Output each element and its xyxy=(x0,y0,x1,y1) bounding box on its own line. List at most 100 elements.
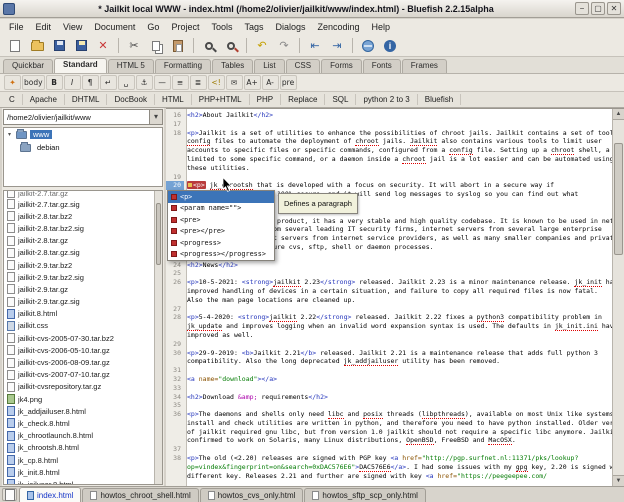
file-item[interactable]: jk_chrootlaunch.8.html xyxy=(4,430,154,442)
file-item[interactable]: jk_chrootsh.8.html xyxy=(4,442,154,454)
html-toolbar-tab-forms[interactable]: Forms xyxy=(321,59,362,73)
file-item[interactable]: jailkit-2.8.tar.gz xyxy=(4,235,154,247)
menu-go[interactable]: Go xyxy=(141,21,165,33)
editor-line[interactable]: 27 xyxy=(166,305,612,314)
file-item[interactable]: jailkit-cvs-2006-08-09.tar.gz xyxy=(4,356,154,368)
editor-line[interactable]: these utilities. xyxy=(166,164,612,173)
file-item[interactable]: jk_addjailuser.8.html xyxy=(4,405,154,417)
paragraph-button[interactable]: ¶ xyxy=(82,75,99,90)
document-tab-howtos-chroot-shell-html[interactable]: howtos_chroot_shell.html xyxy=(82,488,198,502)
document-tab-index-html[interactable]: index.html xyxy=(19,487,81,502)
scroll-down-arrow-icon[interactable]: ▼ xyxy=(613,475,624,486)
autocomplete-item[interactable]: <pre></pre> xyxy=(168,226,274,238)
scroll-up-arrow-icon[interactable]: ▲ xyxy=(613,109,624,120)
editor-line[interactable]: 31 xyxy=(166,366,612,375)
editor-line[interactable]: 28<p>5-4-2020: <strong>jailkit 2.22</str… xyxy=(166,313,612,322)
editor-line[interactable]: different key. Releases 2.21 and further… xyxy=(166,472,612,481)
quickstart-button[interactable]: ✦ xyxy=(4,75,21,90)
snippets-tab-docbook[interactable]: DocBook xyxy=(107,94,154,105)
about-button[interactable]: i xyxy=(379,36,401,55)
file-item[interactable]: jk_init.8.html xyxy=(4,466,154,478)
preformatted-button[interactable]: pre xyxy=(280,75,297,90)
minimize-button[interactable]: − xyxy=(575,2,589,15)
anchor-button[interactable]: ⚓ xyxy=(136,75,153,90)
html-toolbar-tab-standard[interactable]: Standard xyxy=(54,58,107,73)
menu-project[interactable]: Project xyxy=(165,21,205,33)
editor-line[interactable]: 32<a name="download"></a> xyxy=(166,375,612,384)
file-item[interactable]: jailkit-2.9.tar.bz2 xyxy=(4,259,154,271)
editor-line[interactable]: 38<p>The old (<2.20) releases are signed… xyxy=(166,454,612,463)
file-item[interactable]: jailkit-2.9.tar.bz2.sig xyxy=(4,271,154,283)
close-button[interactable]: ✕ xyxy=(607,2,621,15)
snippets-tab-html[interactable]: HTML xyxy=(155,94,192,105)
editor-scrollbar[interactable]: ▲ ▼ xyxy=(612,109,624,486)
open-file-button[interactable] xyxy=(26,36,48,55)
menu-dialogs[interactable]: Dialogs xyxy=(269,21,311,33)
line-break-button[interactable]: ↵ xyxy=(100,75,117,90)
editor-line[interactable]: 26<p>10-5-2021: <strong>jailkit 2.23</st… xyxy=(166,278,612,287)
menu-view[interactable]: View xyxy=(57,21,88,33)
menu-tags[interactable]: Tags xyxy=(238,21,269,33)
font-size-plus-button[interactable]: A+ xyxy=(244,75,261,90)
html-toolbar-tab-tables[interactable]: Tables xyxy=(212,59,253,73)
html-toolbar-tab-fonts[interactable]: Fonts xyxy=(363,59,401,73)
document-tab-howtos-cvs-only-html[interactable]: howtos_cvs_only.html xyxy=(200,488,304,502)
editor-line[interactable]: 25 xyxy=(166,269,612,278)
new-document-button[interactable] xyxy=(4,36,26,55)
center-button[interactable]: ≡ xyxy=(172,75,189,90)
html-toolbar-tab-formatting[interactable]: Formatting xyxy=(155,59,211,73)
file-item[interactable]: jailkit-2.9.tar.gz.sig xyxy=(4,296,154,308)
tree-item-debian[interactable]: debian xyxy=(4,141,162,154)
editor-line[interactable]: limited to some specific command, or a d… xyxy=(166,155,612,164)
snippets-tab-bluefish[interactable]: Bluefish xyxy=(418,94,461,105)
indent-button[interactable]: ⇥ xyxy=(326,36,348,55)
snippets-tab-replace[interactable]: Replace xyxy=(281,94,325,105)
tree-item-www[interactable]: ▾www xyxy=(4,128,162,141)
file-item[interactable]: jailkit.css xyxy=(4,320,154,332)
snippets-tab-sql[interactable]: SQL xyxy=(325,94,356,105)
editor-line[interactable]: 34<h2>Download &amp; requirements</h2> xyxy=(166,393,612,402)
file-item[interactable]: jailkit-cvs-2005-07-30.tar.bz2 xyxy=(4,332,154,344)
editor-line[interactable]: 33 xyxy=(166,384,612,393)
paste-button[interactable] xyxy=(167,36,189,55)
maximize-button[interactable]: ▢ xyxy=(591,2,605,15)
editor-line[interactable]: op=vindex&fingerprint=on&search=0xDAC576… xyxy=(166,463,612,472)
bold-button[interactable]: B xyxy=(46,75,63,90)
editor-line[interactable]: 37 xyxy=(166,445,612,454)
cut-button[interactable]: ✂ xyxy=(123,36,145,55)
menu-zencoding[interactable]: Zencoding xyxy=(312,21,366,33)
editor-line[interactable]: 24<h2>News</h2> xyxy=(166,261,612,270)
editor-line[interactable]: 18<p>Jailkit is a set of utilities to en… xyxy=(166,129,612,138)
comment-button[interactable]: <! xyxy=(208,75,225,90)
document-tab-howtos-sftp-scp-only-html[interactable]: howtos_sftp_scp_only.html xyxy=(304,488,425,502)
redo-button[interactable]: ↷ xyxy=(273,36,295,55)
file-item[interactable]: jailkit-cvsrepository.tar.gz xyxy=(4,381,154,393)
expander-icon[interactable]: ▾ xyxy=(8,131,16,138)
html-toolbar-tab-quickbar[interactable]: Quickbar xyxy=(3,59,53,73)
menu-document[interactable]: Document xyxy=(88,21,141,33)
file-item[interactable]: jk4.png xyxy=(4,393,154,405)
menu-file[interactable]: File xyxy=(3,21,30,33)
file-list-scrollbar[interactable] xyxy=(154,191,162,484)
snippets-tab-python-2-to-3[interactable]: python 2 to 3 xyxy=(356,94,417,105)
editor-line[interactable]: 29 xyxy=(166,340,612,349)
file-item[interactable]: jailkit-2.7.tar.gz xyxy=(4,191,154,198)
file-item[interactable]: jailkit-cvs-2007-07-10.tar.gz xyxy=(4,369,154,381)
dropdown-arrow-icon[interactable]: ▾ xyxy=(149,110,162,124)
html-toolbar-tab-frames[interactable]: Frames xyxy=(402,59,447,73)
html-toolbar-tab-list[interactable]: List xyxy=(254,59,284,73)
file-item[interactable]: jailkit.8.html xyxy=(4,308,154,320)
titlebar[interactable]: * Jailkit local WWW - index.html (/home2… xyxy=(0,0,624,18)
find-button[interactable] xyxy=(198,36,220,55)
editor-line[interactable]: install and check utilities are written … xyxy=(166,419,612,428)
snippets-tab-c[interactable]: C xyxy=(2,94,23,105)
save-button[interactable] xyxy=(48,36,70,55)
font-size-minus-button[interactable]: A- xyxy=(262,75,279,90)
close-file-button[interactable]: ✕ xyxy=(92,36,114,55)
editor-line[interactable]: 36<p>The daemons and shells only need li… xyxy=(166,410,612,419)
file-item[interactable]: jk_cp.8.html xyxy=(4,454,154,466)
editor-scrollbar-thumb[interactable] xyxy=(614,143,623,255)
file-item[interactable]: jailkit-2.9.tar.gz xyxy=(4,283,154,295)
autocomplete-item[interactable]: <pre> xyxy=(168,214,274,226)
editor-line[interactable]: confirmed to work on Solaris, many Linux… xyxy=(166,436,612,445)
